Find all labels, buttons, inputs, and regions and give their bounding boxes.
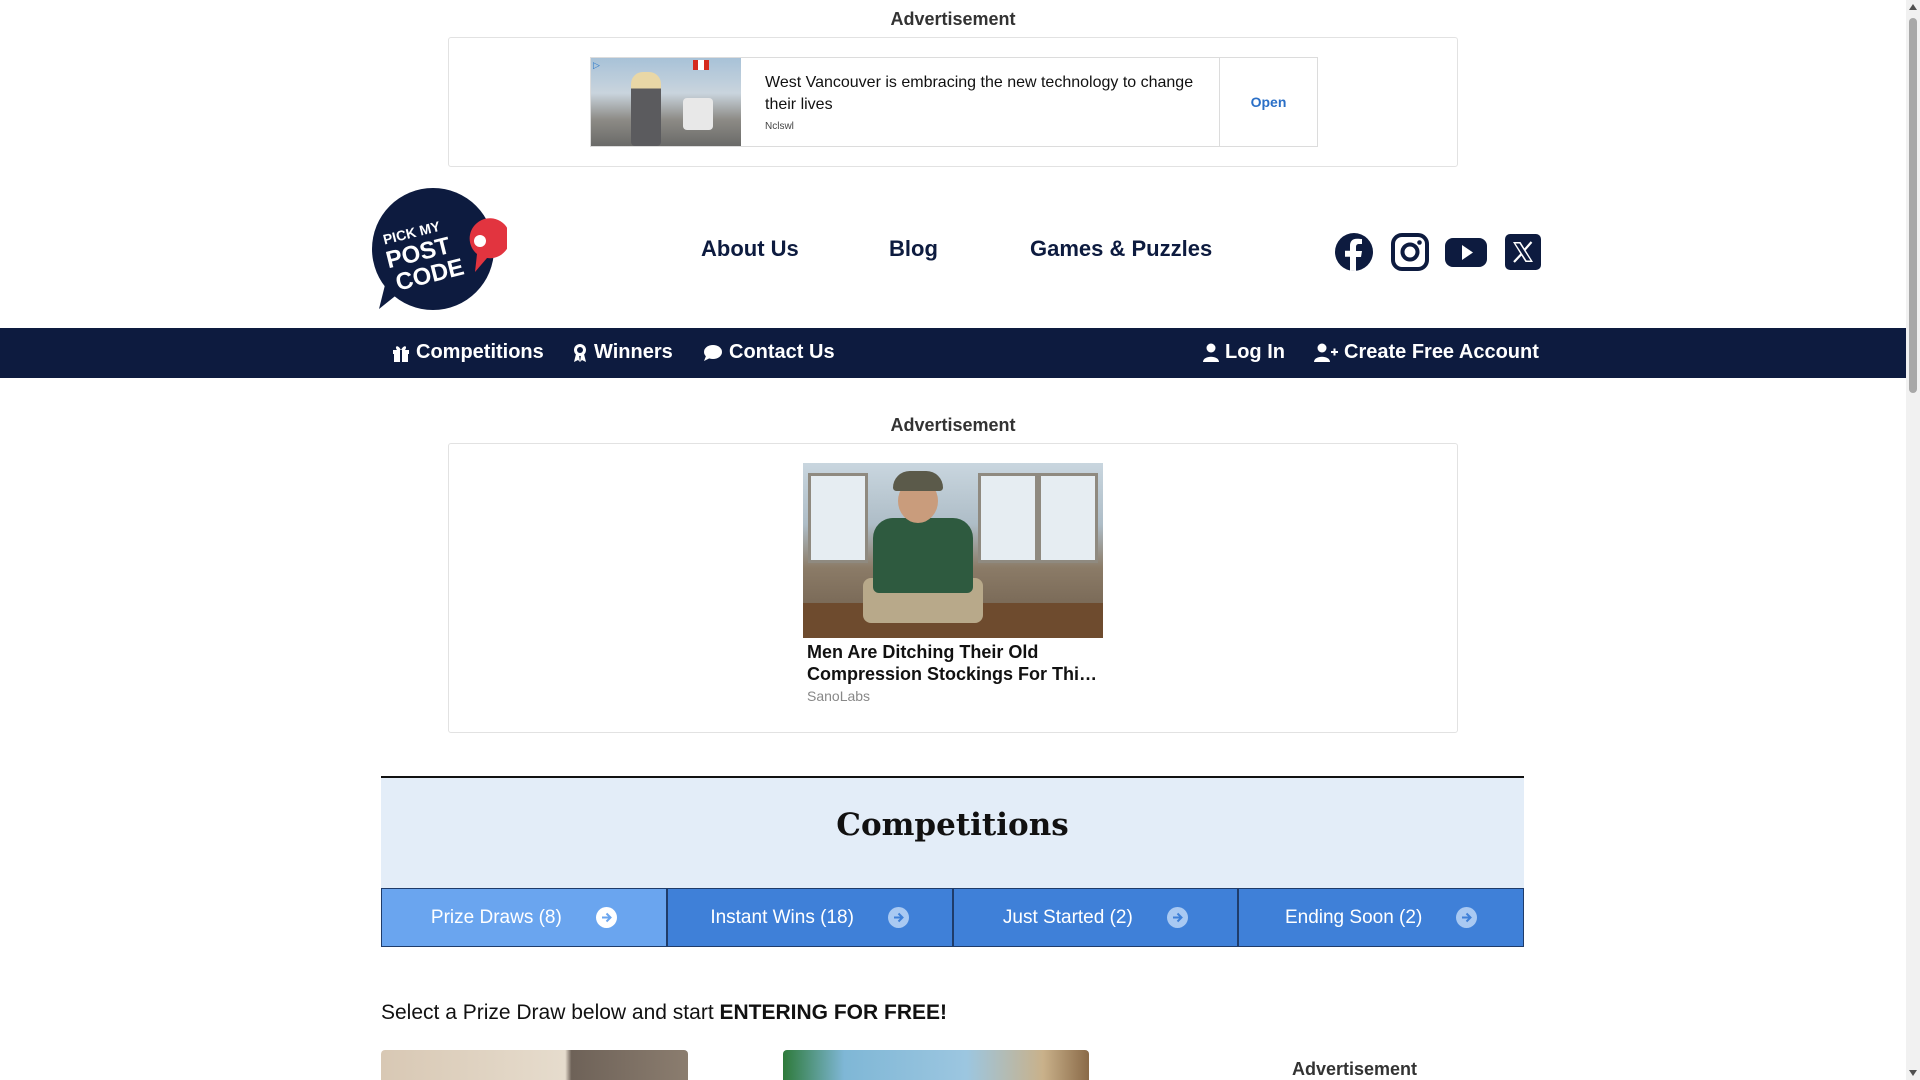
- select-prefix: Select a Prize Draw below and start: [381, 1001, 720, 1024]
- select-prize-draw-text: Select a Prize Draw below and start ENTE…: [381, 1001, 947, 1025]
- page: Advertisement ▷ West Vancouver is embrac…: [0, 0, 1920, 1080]
- award-icon: [574, 343, 586, 362]
- scroll-down-icon[interactable]: [1909, 1070, 1917, 1076]
- tab-ending-soon[interactable]: Ending Soon (2): [1238, 888, 1524, 947]
- competition-tabs: Prize Draws (8) Instant Wins (18) Just S…: [381, 888, 1524, 947]
- top-ad-source: Nclswl: [765, 121, 794, 132]
- window-shape: [978, 473, 1038, 563]
- tab-just-started[interactable]: Just Started (2): [952, 888, 1239, 947]
- arrow-right-icon: [1166, 907, 1188, 928]
- youtube-icon[interactable]: [1444, 232, 1488, 272]
- top-ad-image[interactable]: ▷: [591, 58, 741, 146]
- window-shape: [1038, 473, 1098, 563]
- top-ad-text[interactable]: West Vancouver is embracing the new tech…: [741, 58, 1220, 146]
- mid-ad-label: Advertisement: [890, 415, 1016, 435]
- nav-winners-label: Winners: [594, 341, 673, 363]
- user-plus-icon: [1314, 343, 1338, 362]
- mid-ad-image[interactable]: [803, 463, 1103, 638]
- adchoices-icon[interactable]: ▷: [593, 60, 603, 70]
- top-ad-label: Advertisement: [890, 9, 1016, 29]
- arrow-right-icon: [1456, 907, 1478, 928]
- header-links: About Us Blog Games & Puzzles: [0, 236, 1920, 270]
- chat-icon: [704, 344, 722, 361]
- scrollbar-thumb[interactable]: [1909, 18, 1917, 393]
- nav-competitions[interactable]: Competitions: [392, 341, 544, 364]
- nav-create-account[interactable]: Create Free Account: [1314, 341, 1539, 364]
- top-ad-container: ▷ West Vancouver is embracing the new te…: [448, 37, 1458, 167]
- arrow-right-icon: [595, 907, 617, 928]
- tab-just-started-label: Just Started (2): [1002, 906, 1133, 928]
- page-scrollbar[interactable]: [1906, 0, 1920, 1080]
- woman-figure: [631, 72, 661, 146]
- games-puzzles-link[interactable]: Games & Puzzles: [1030, 236, 1212, 262]
- mid-ad-container: Men Are Ditching Their Old Compression S…: [448, 443, 1458, 733]
- device-image: [683, 98, 713, 130]
- side-ad-label: Advertisement: [1292, 1059, 1418, 1079]
- competitions-panel: Competitions: [381, 776, 1524, 888]
- nav-winners[interactable]: Winners: [572, 341, 673, 364]
- tab-instant-wins-label: Instant Wins (18): [710, 906, 854, 928]
- select-emphasis: ENTERING FOR FREE!: [719, 1001, 947, 1024]
- top-ad-banner[interactable]: ▷ West Vancouver is embracing the new te…: [590, 57, 1318, 147]
- prize-card-thumbnail[interactable]: [381, 1050, 688, 1080]
- mid-ad-title[interactable]: Men Are Ditching Their Old Compression S…: [807, 641, 1107, 685]
- window-shape: [808, 473, 868, 563]
- tab-instant-wins[interactable]: Instant Wins (18): [666, 888, 953, 947]
- competitions-title: Competitions: [836, 807, 1069, 843]
- tab-ending-soon-label: Ending Soon (2): [1284, 906, 1423, 928]
- instagram-icon[interactable]: [1390, 232, 1430, 272]
- facebook-icon[interactable]: [1334, 232, 1374, 272]
- man-body: [873, 518, 973, 593]
- tab-prize-draws[interactable]: Prize Draws (8): [381, 888, 667, 947]
- man-cap: [893, 471, 943, 491]
- canada-flag-icon: [693, 60, 709, 70]
- nav-log-in[interactable]: Log In: [1203, 341, 1285, 364]
- tab-prize-draws-label: Prize Draws (8): [430, 906, 562, 928]
- prize-card-thumbnail[interactable]: [783, 1050, 1089, 1080]
- user-icon: [1203, 343, 1219, 362]
- mid-ad-source: SanoLabs: [807, 688, 871, 704]
- gift-icon: [393, 345, 409, 362]
- blog-link[interactable]: Blog: [889, 236, 938, 262]
- about-us-link[interactable]: About Us: [701, 236, 799, 262]
- scroll-up-icon[interactable]: [1909, 4, 1917, 10]
- top-ad-headline[interactable]: West Vancouver is embracing the new tech…: [765, 72, 1195, 116]
- nav-contact-us-label: Contact Us: [729, 341, 835, 363]
- nav-create-account-label: Create Free Account: [1344, 341, 1539, 363]
- top-ad-open-button[interactable]: Open: [1220, 58, 1317, 146]
- nav-log-in-label: Log In: [1225, 341, 1285, 363]
- x-icon[interactable]: [1503, 232, 1543, 272]
- main-navbar: Competitions Winners Contact Us Log In C…: [0, 328, 1906, 378]
- arrow-right-icon: [887, 907, 909, 928]
- nav-contact-us[interactable]: Contact Us: [703, 341, 835, 364]
- nav-competitions-label: Competitions: [416, 341, 544, 363]
